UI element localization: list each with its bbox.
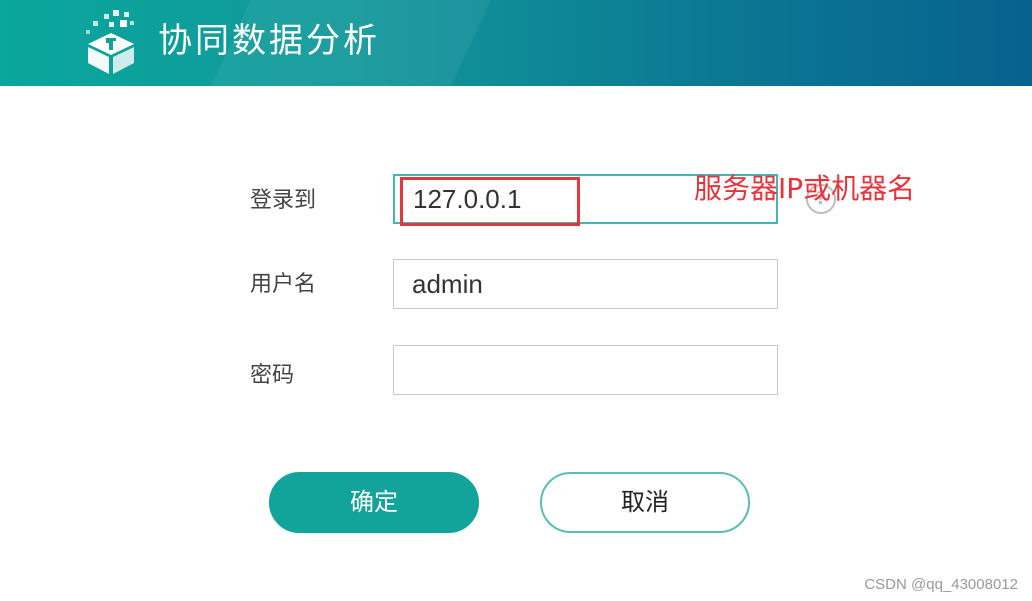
cancel-button[interactable]: 取消: [540, 472, 750, 533]
data-cube-logo-icon: [86, 10, 134, 74]
watermark: CSDN @qq_43008012: [864, 576, 1018, 593]
server-label: 登录到: [250, 188, 317, 213]
app-header: 协同数据分析: [0, 0, 1032, 86]
username-label: 用户名: [250, 272, 317, 297]
annotation-text: 服务器IP或机器名: [694, 172, 916, 205]
username-input[interactable]: admin: [393, 259, 778, 309]
confirm-button[interactable]: 确定: [269, 472, 479, 533]
password-label: 密码: [250, 363, 295, 388]
password-input[interactable]: [393, 345, 778, 395]
annotation-highlight-box: [400, 177, 580, 226]
app-title: 协同数据分析: [158, 21, 380, 61]
